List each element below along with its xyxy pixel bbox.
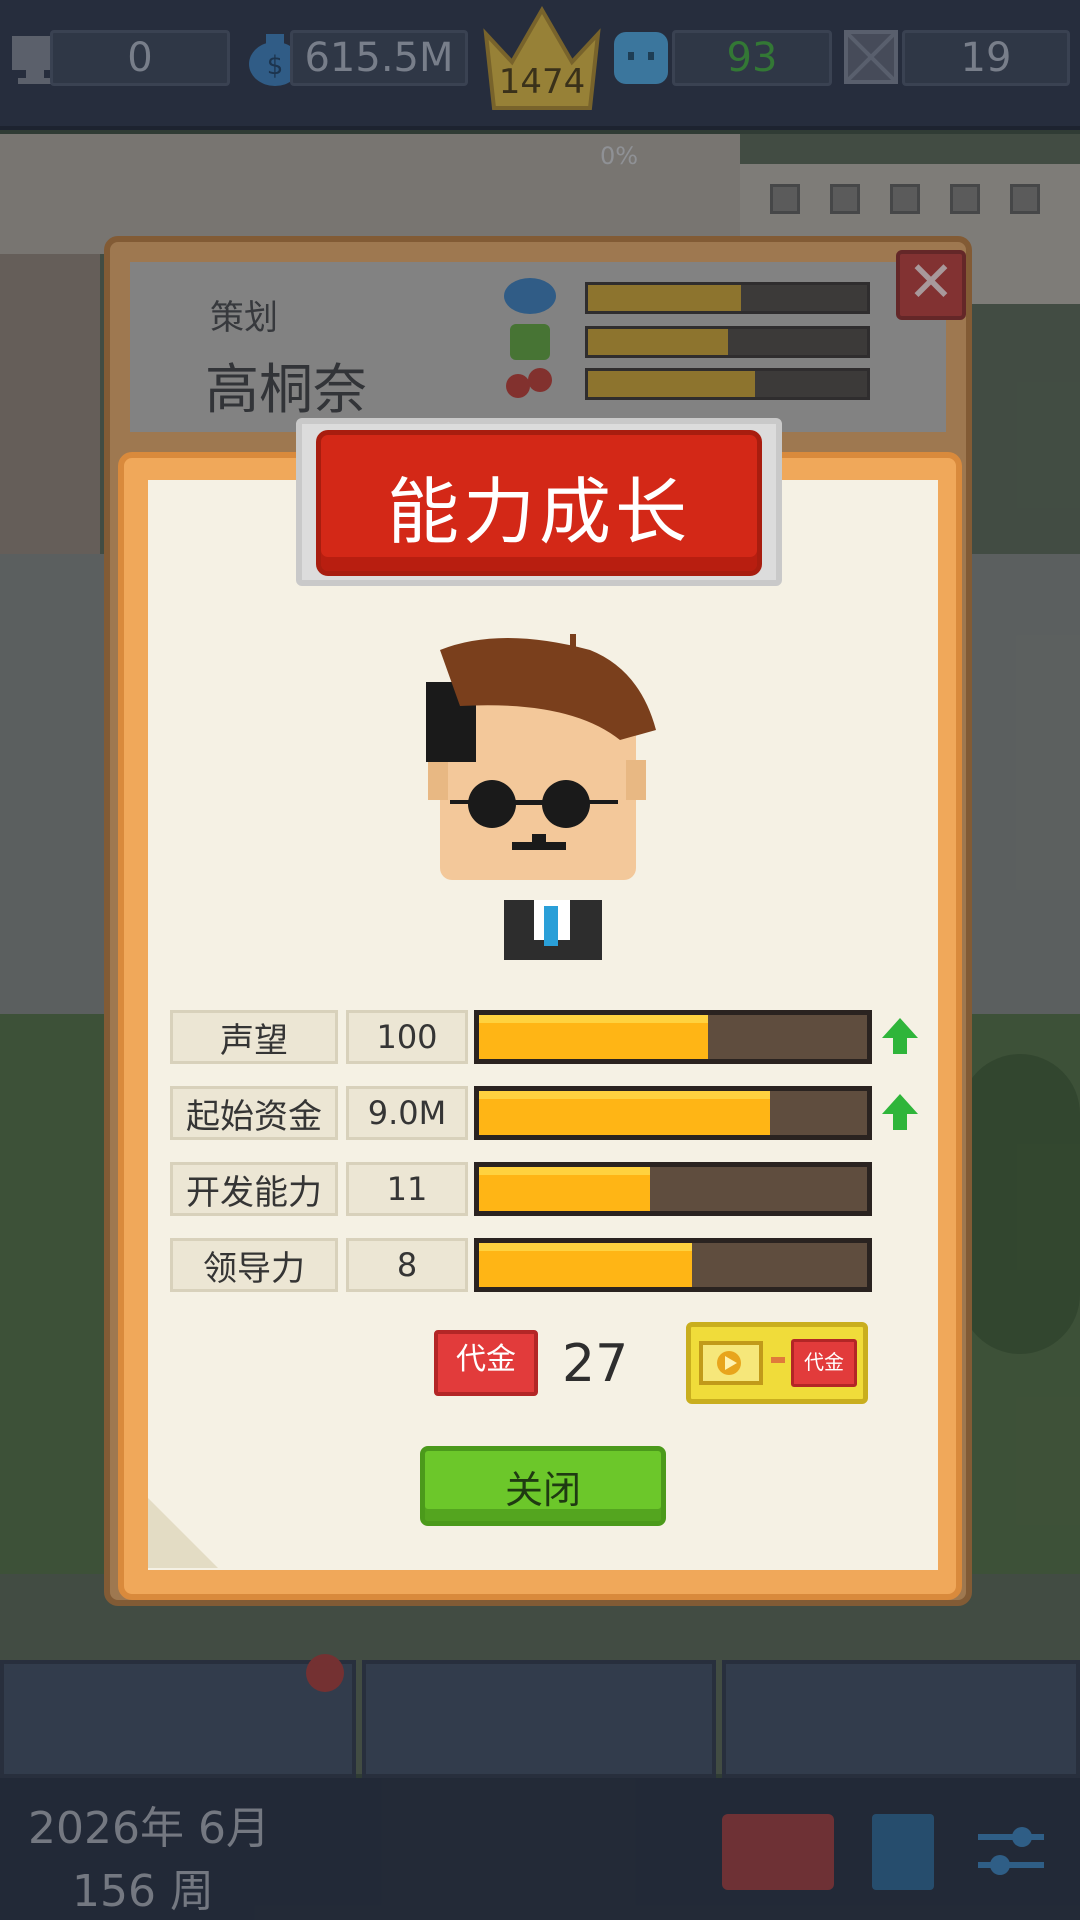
stat-value-leadership: 8 — [346, 1238, 468, 1292]
dialog-banner: 能力成长 — [296, 418, 782, 586]
arrow-icon — [771, 1357, 785, 1363]
stat-bar-starting-funds — [474, 1086, 872, 1140]
stat-label-starting-funds: 起始资金 — [170, 1086, 338, 1140]
video-play-icon — [699, 1341, 763, 1385]
stat-label-leadership: 领导力 — [170, 1238, 338, 1292]
stat-value-development: 11 — [346, 1162, 468, 1216]
coupon-icon: 代金 — [434, 1330, 538, 1396]
stat-label-development: 开发能力 — [170, 1162, 338, 1216]
stat-label-reputation: 声望 — [170, 1010, 338, 1064]
stat-value-reputation: 100 — [346, 1010, 468, 1064]
coupon-count: 27 — [562, 1334, 629, 1394]
stat-value-starting-funds: 9.0M — [346, 1086, 468, 1140]
close-button[interactable]: 关闭 — [420, 1446, 666, 1526]
stat-bar-leadership — [474, 1238, 872, 1292]
stat-bar-reputation — [474, 1010, 872, 1064]
character-portrait — [426, 634, 656, 960]
increase-arrow-icon — [882, 1094, 918, 1130]
page-fold — [148, 1498, 218, 1568]
increase-arrow-icon — [882, 1018, 918, 1054]
watch-ad-coupon-button[interactable]: 代金 — [686, 1322, 868, 1404]
dialog-title: 能力成长 — [386, 469, 691, 554]
stat-bar-development — [474, 1162, 872, 1216]
coupon-reward-icon: 代金 — [791, 1339, 857, 1387]
